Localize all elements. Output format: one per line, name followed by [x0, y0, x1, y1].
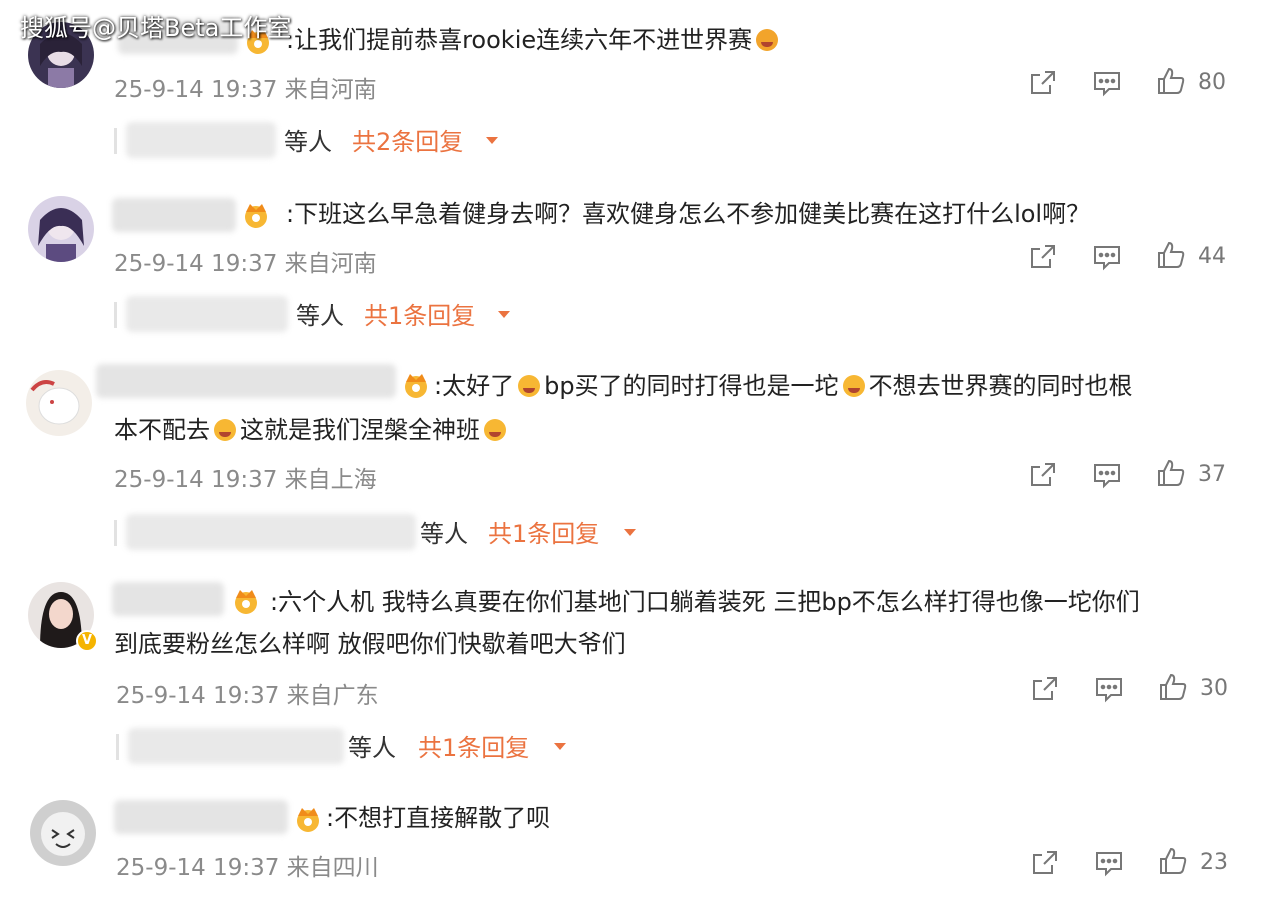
- comment-icon[interactable]: [1092, 242, 1122, 272]
- comment-text-line: 本不配去 这就是我们涅槃全神班: [114, 408, 510, 452]
- like-count: 44: [1198, 244, 1226, 269]
- comment-meta: 25-9-14 19:37 来自河南: [114, 251, 377, 277]
- reply-count[interactable]: 共1条回复: [488, 514, 599, 549]
- reply-username-blurred: [126, 122, 276, 158]
- crown-badge-icon: [245, 204, 267, 228]
- crown-badge-icon: [405, 374, 427, 398]
- like-icon[interactable]: [1158, 672, 1188, 702]
- emoji-icon: [214, 419, 236, 441]
- share-icon[interactable]: [1030, 674, 1060, 704]
- comment-icon[interactable]: [1092, 68, 1122, 98]
- comment-icon[interactable]: [1094, 674, 1124, 704]
- reply-username-blurred: [126, 514, 416, 550]
- share-icon[interactable]: [1028, 460, 1058, 490]
- username-blurred[interactable]: [112, 198, 236, 232]
- like-icon[interactable]: [1156, 240, 1186, 270]
- avatar[interactable]: [30, 800, 96, 866]
- emoji-icon: [484, 419, 506, 441]
- reply-divider: [116, 734, 119, 760]
- comment-item: :下班这么早急着健身去啊？喜欢健身怎么不参加健美比赛在这打什么lol啊？ 25-…: [0, 170, 1266, 346]
- username-blurred[interactable]: [112, 582, 224, 616]
- reply-count[interactable]: 共1条回复: [364, 296, 475, 331]
- avatar[interactable]: [26, 370, 92, 436]
- reply-count[interactable]: 共1条回复: [418, 728, 529, 763]
- reply-label: 等人: [348, 734, 396, 762]
- comment-meta: 25-9-14 19:37 来自广东: [116, 683, 379, 709]
- comment-text-part: 不想去世界赛的同时也根: [868, 372, 1133, 400]
- comment-icon[interactable]: [1092, 460, 1122, 490]
- comment-text: :不想打直接解散了呗: [326, 804, 551, 832]
- comment-text: :下班这么早急着健身去啊？喜欢健身怎么不参加健美比赛在这打什么lol啊？: [286, 200, 1091, 228]
- reply-divider: [114, 520, 117, 546]
- like-icon[interactable]: [1156, 458, 1186, 488]
- reply-username-blurred: [128, 728, 344, 764]
- reply-summary[interactable]: 等人 共1条回复: [116, 728, 596, 764]
- reply-divider: [114, 128, 117, 154]
- comment-item: V :六个人机 我特么真要在你们基地门口躺着装死 三把bp不怎么样打得也像一坨你…: [0, 564, 1266, 782]
- emoji-icon: [518, 375, 541, 397]
- reply-summary[interactable]: 等人 共2条回复: [114, 122, 514, 158]
- reply-count[interactable]: 共2条回复: [352, 122, 463, 157]
- share-icon[interactable]: [1028, 242, 1058, 272]
- caret-down-icon[interactable]: [498, 311, 510, 318]
- avatar[interactable]: [28, 196, 94, 262]
- like-count: 30: [1200, 676, 1228, 701]
- reply-label: 等人: [296, 302, 344, 330]
- like-count: 37: [1198, 462, 1226, 487]
- comment-meta: 25-9-14 19:37 来自河南: [114, 77, 377, 103]
- comment-meta: 25-9-14 19:37 来自上海: [114, 467, 377, 493]
- emoji-icon: [842, 375, 865, 397]
- comment-text-line: 到底要粉丝怎么样啊 放假吧你们快歇着吧大爷们: [114, 630, 626, 658]
- comment-text-line: :太好了 bp买了的同时打得也是一坨 不想去世界赛的同时也根: [434, 364, 1133, 408]
- username-blurred[interactable]: [114, 800, 288, 834]
- caret-down-icon[interactable]: [486, 137, 498, 144]
- comment-icon[interactable]: [1094, 848, 1124, 878]
- caret-down-icon[interactable]: [624, 529, 636, 536]
- comment-text-part: bp买了的同时打得也是一坨: [544, 372, 839, 400]
- caret-down-icon[interactable]: [554, 743, 566, 750]
- comment-meta: 25-9-14 19:37 来自四川: [116, 855, 379, 881]
- crown-badge-icon: [235, 590, 257, 614]
- comment-text-part: 这就是我们涅槃全神班: [240, 416, 480, 444]
- share-icon[interactable]: [1028, 68, 1058, 98]
- reply-divider: [114, 302, 117, 328]
- username-blurred[interactable]: [96, 364, 396, 398]
- like-icon[interactable]: [1158, 846, 1188, 876]
- reply-summary[interactable]: 等人 共1条回复: [114, 296, 534, 332]
- like-count: 80: [1198, 70, 1226, 95]
- like-icon[interactable]: [1156, 66, 1186, 96]
- verified-badge: V: [76, 630, 98, 652]
- comment-text: :让我们提前恭喜rookie连续六年不进世界赛: [286, 18, 782, 62]
- reply-summary[interactable]: 等人 共1条回复: [114, 514, 654, 550]
- comment-item: :太好了 bp买了的同时打得也是一坨 不想去世界赛的同时也根 本不配去 这就是我们涅槃…: [0, 346, 1266, 564]
- comment-text-part: :太好了: [434, 372, 515, 400]
- comment-text-part: :让我们提前恭喜rookie连续六年不进世界赛: [286, 26, 753, 54]
- reply-label: 等人: [284, 128, 332, 156]
- like-count: 23: [1200, 850, 1228, 875]
- crown-badge-icon: [297, 808, 319, 832]
- reply-username-blurred: [126, 296, 288, 332]
- comment-text-part: 本不配去: [114, 416, 210, 444]
- share-icon[interactable]: [1030, 848, 1060, 878]
- comment-text-line: :六个人机 我特么真要在你们基地门口躺着装死 三把bp不怎么样打得也像一坨你们: [270, 588, 1140, 616]
- watermark: 搜狐号@贝塔Beta工作室: [20, 14, 292, 42]
- comment-item: :不想打直接解散了呗 25-9-14 19:37 来自四川 23: [0, 782, 1266, 912]
- reply-label: 等人: [420, 520, 468, 548]
- emoji-icon: [756, 29, 779, 51]
